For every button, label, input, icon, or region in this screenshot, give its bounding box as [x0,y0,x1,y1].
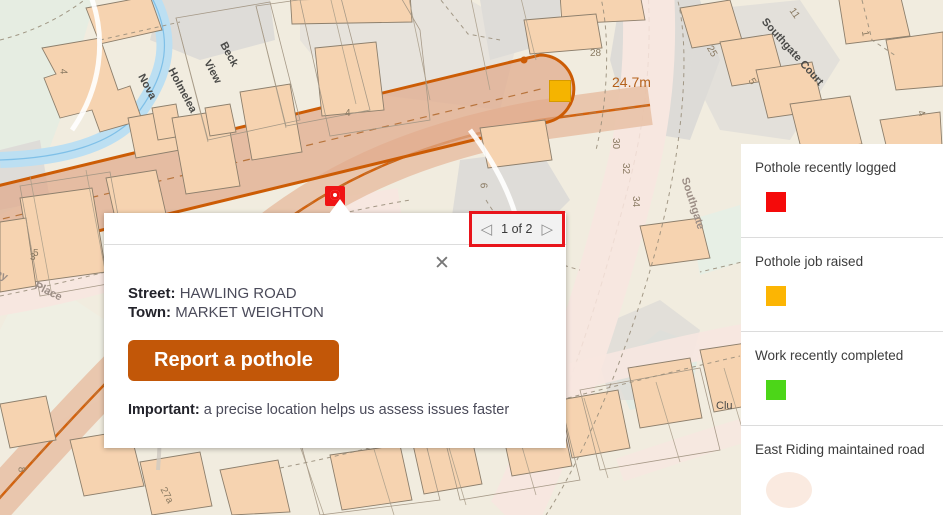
legend-label: Pothole job raised [755,254,864,269]
legend-label: Pothole recently logged [755,160,897,175]
popup-header: ◁ 1 of 2 ▷ [104,211,566,247]
important-label: Important: [128,402,200,418]
legend-label: East Riding maintained road [755,442,925,457]
feature-popup: ◁ 1 of 2 ▷ Street: HAWLING ROAD Town: MA… [104,199,566,448]
pothole-job-marker[interactable] [549,80,571,102]
legend-item-east-riding-maintained-road: East Riding maintained road [741,426,943,515]
street-field-label: Street: [128,285,176,302]
popup-body: Street: HAWLING ROAD Town: MARKET WEIGHT… [104,245,566,421]
pagination-count-label: 1 of 2 [501,222,533,236]
map-legend: Pothole recently logged Pothole job rais… [741,144,943,515]
legend-label: Work recently completed [755,348,904,363]
town-field: Town: MARKET WEIGHTON [128,303,542,322]
popup-pagination[interactable]: ◁ 1 of 2 ▷ [471,214,562,244]
legend-item-work-recently-completed: Work recently completed [741,332,943,426]
report-a-pothole-button[interactable]: Report a pothole [128,340,339,381]
legend-item-pothole-job-raised: Pothole job raised [741,238,943,332]
town-field-label: Town: [128,304,172,321]
street-field: Street: HAWLING ROAD [128,284,542,303]
important-body: a precise location helps us assess issue… [203,402,510,418]
legend-item-pothole-recently-logged: Pothole recently logged [741,144,943,238]
close-icon[interactable]: ✕ [430,252,454,276]
legend-swatch-red [766,192,786,212]
pothole-map-application: Beck View Holmelea Nova Southgate Court … [0,0,943,515]
previous-feature-icon[interactable]: ◁ [481,222,493,237]
town-field-value: MARKET WEIGHTON [175,304,324,321]
important-note: Important: a precise location helps us a… [128,400,520,421]
legend-swatch-road [766,472,812,508]
popup-pointer-tail [329,199,351,214]
legend-swatch-green [766,380,786,400]
next-feature-icon[interactable]: ▷ [541,222,553,237]
street-field-value: HAWLING ROAD [179,285,297,302]
legend-swatch-amber [766,286,786,306]
pagination-highlight-box: ◁ 1 of 2 ▷ [468,211,565,247]
